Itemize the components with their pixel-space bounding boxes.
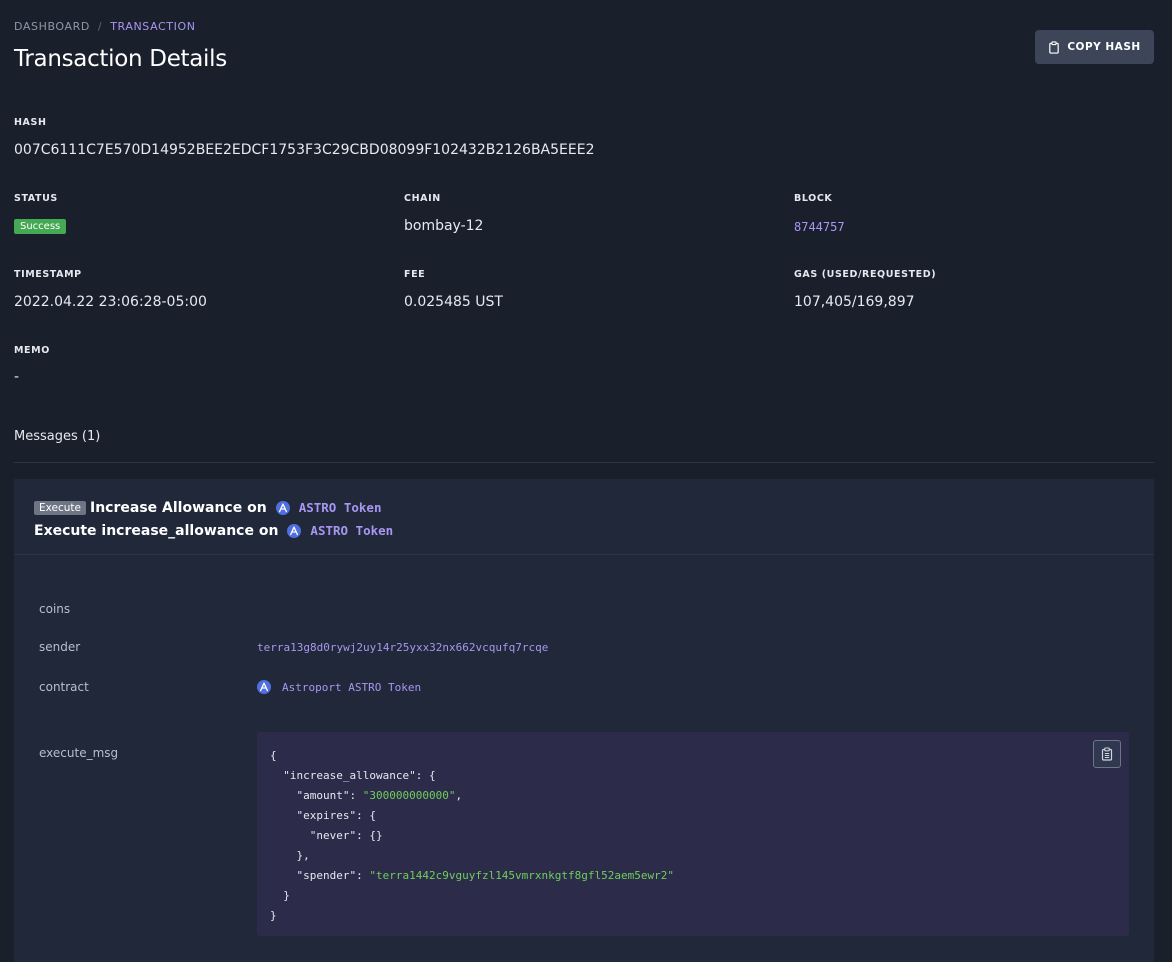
execute-msg-label: execute_msg — [39, 746, 119, 760]
message-card: Execute Increase Allowance on ASTRO Toke… — [14, 479, 1154, 962]
execute-msg-code: { "increase_allowance": { "amount": "300… — [257, 732, 1129, 936]
copy-hash-button[interactable]: COPY HASH — [1035, 30, 1154, 64]
timestamp-label: TIMESTAMP — [14, 269, 82, 280]
chain-label: CHAIN — [404, 193, 441, 204]
sender-label: sender — [39, 640, 81, 654]
block-label: BLOCK — [794, 193, 833, 204]
transaction-page: DASHBOARD / TRANSACTION Transaction Deta… — [0, 0, 1172, 962]
status-badge: Success — [14, 219, 67, 234]
breadcrumb-separator: / — [97, 20, 103, 33]
fee-label: FEE — [404, 269, 426, 280]
coins-label: coins — [39, 602, 71, 616]
contract-name: Astroport ASTRO Token — [282, 680, 422, 694]
contract-label: contract — [39, 680, 89, 694]
fee-value: 0.025485 UST — [404, 294, 503, 310]
breadcrumb-transaction: TRANSACTION — [110, 20, 196, 33]
copy-hash-label: COPY HASH — [1067, 41, 1141, 53]
hash-value: 007C6111C7E570D14952BEE2EDCF1753F3C29CBD… — [14, 142, 595, 158]
token-link[interactable]: ASTRO Token — [310, 523, 393, 538]
sender-address-link[interactable]: terra13g8d0rywj2uy14r25yxx32nx662vcqufq7… — [257, 641, 548, 654]
astroport-icon — [287, 523, 302, 538]
message-summary-text: Increase Allowance on — [90, 499, 267, 516]
message-detail-text: Execute increase_allowance on — [34, 522, 279, 539]
memo-label: MEMO — [14, 345, 50, 356]
breadcrumb-dashboard[interactable]: DASHBOARD — [14, 20, 90, 33]
astroport-icon — [275, 500, 290, 515]
gas-label: GAS (USED/REQUESTED) — [794, 269, 937, 280]
memo-value: - — [14, 369, 20, 385]
message-summary: Execute Increase Allowance on ASTRO Toke… — [34, 496, 1134, 519]
divider — [14, 462, 1154, 463]
status-label: STATUS — [14, 193, 58, 204]
block-link[interactable]: 8744757 — [794, 220, 845, 234]
json-code: { "increase_allowance": { "amount": "300… — [270, 749, 674, 922]
copy-json-button[interactable] — [1093, 740, 1121, 768]
token-link[interactable]: ASTRO Token — [299, 500, 382, 515]
breadcrumb: DASHBOARD / TRANSACTION — [14, 20, 196, 33]
page-title: Transaction Details — [14, 46, 227, 72]
execute-tag: Execute — [34, 500, 86, 515]
chain-value: bombay-12 — [404, 218, 484, 234]
clipboard-icon — [1049, 40, 1060, 54]
hash-label: HASH — [14, 117, 47, 128]
messages-heading: Messages (1) — [14, 429, 101, 444]
clipboard-icon — [1101, 747, 1113, 761]
message-card-header: Execute Increase Allowance on ASTRO Toke… — [14, 479, 1154, 555]
gas-value: 107,405/169,897 — [794, 294, 915, 310]
timestamp-value: 2022.04.22 23:06:28-05:00 — [14, 294, 207, 310]
astroport-icon — [257, 680, 271, 694]
contract-link[interactable]: Astroport ASTRO Token — [257, 680, 421, 694]
message-detail: Execute increase_allowance on ASTRO Toke… — [34, 519, 1134, 542]
